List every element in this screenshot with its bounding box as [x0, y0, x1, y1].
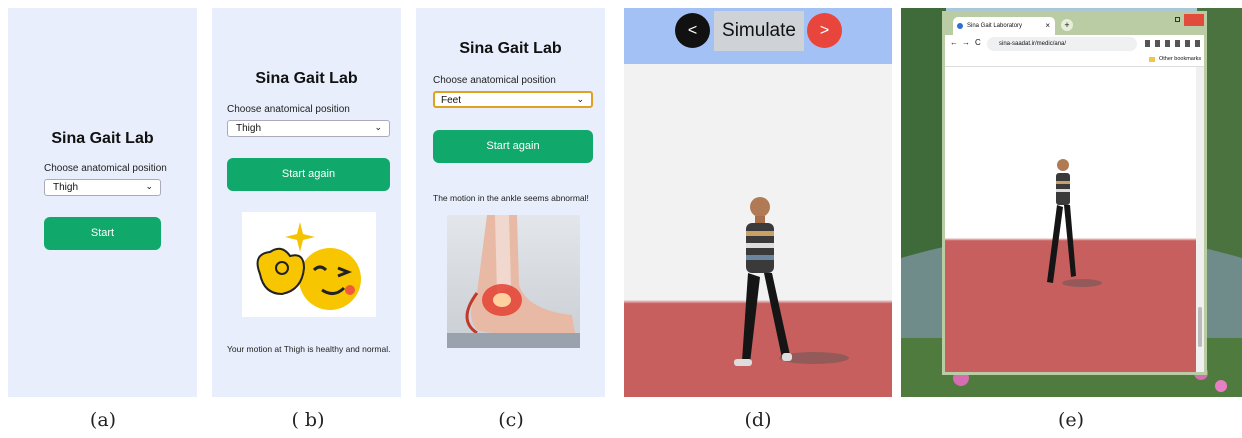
browser-window: Sina Gait Laboratory × + ← → C sina-saad… — [942, 11, 1207, 375]
app-title: Sina Gait Lab — [51, 130, 154, 147]
select-value: Thigh — [236, 123, 262, 134]
start-button[interactable]: Start — [44, 217, 161, 250]
position-select[interactable]: Feet ⌄ — [433, 91, 593, 108]
result-message: The motion in the ankle seems abnormal! — [433, 193, 589, 203]
browser-tab[interactable]: Sina Gait Laboratory × — [953, 17, 1055, 35]
app-title: Sina Gait Lab — [255, 70, 358, 87]
extension-icons[interactable] — [1145, 40, 1203, 47]
ok-emoji-image — [242, 212, 376, 317]
scrollbar[interactable] — [1196, 67, 1204, 372]
tab-bar: Sina Gait Laboratory × + — [945, 14, 1204, 35]
caption-d: (d) — [744, 409, 772, 431]
chevron-down-icon: ⌄ — [145, 181, 153, 191]
position-label: Choose anatomical position — [44, 163, 167, 174]
reload-icon[interactable]: C — [975, 38, 981, 47]
favicon-icon — [957, 23, 963, 29]
forward-icon[interactable]: → — [962, 38, 970, 47]
app-title: Sina Gait Lab — [459, 40, 562, 57]
new-tab-button[interactable]: + — [1061, 19, 1073, 31]
chevron-down-icon: ⌄ — [374, 122, 382, 132]
back-icon[interactable]: ← — [950, 38, 958, 47]
next-button[interactable]: > — [807, 13, 842, 48]
window-maximize-icon[interactable] — [1175, 17, 1180, 22]
position-label: Choose anatomical position — [227, 104, 350, 115]
panel-e: Sina Gait Laboratory × + ← → C sina-saad… — [901, 8, 1242, 397]
prev-button[interactable]: < — [675, 13, 710, 48]
select-value: Feet — [441, 95, 462, 106]
chevron-down-icon: ⌄ — [576, 94, 584, 104]
caption-b: ( b) — [291, 409, 325, 431]
ankle-image — [447, 215, 580, 348]
folder-icon — [1149, 57, 1155, 62]
page-viewport — [945, 67, 1202, 372]
position-label: Choose anatomical position — [433, 75, 556, 86]
close-icon[interactable]: × — [1045, 17, 1050, 35]
url-text: sina-saadat.ir/medic/ana/ — [999, 41, 1067, 47]
panel-a: Sina Gait Lab Choose anatomical position… — [8, 8, 197, 397]
panel-b: Sina Gait Lab Choose anatomical position… — [212, 8, 401, 397]
walking-figure — [724, 193, 854, 383]
scrollbar-thumb[interactable] — [1198, 307, 1202, 347]
start-again-button[interactable]: Start again — [433, 130, 593, 163]
address-bar-row: ← → C sina-saadat.ir/medic/ana/ — [945, 35, 1204, 53]
simulate-label: Simulate — [714, 11, 804, 51]
panel-c: Sina Gait Lab Choose anatomical position… — [416, 8, 605, 397]
select-value: Thigh — [53, 182, 79, 193]
caption-a: (a) — [89, 409, 117, 431]
position-select[interactable]: Thigh ⌄ — [44, 179, 161, 196]
walking-figure — [1037, 157, 1107, 297]
position-select[interactable]: Thigh ⌄ — [227, 120, 390, 137]
caption-c: (c) — [498, 409, 524, 431]
panel-d: < Simulate > — [624, 8, 892, 397]
result-message: Your motion at Thigh is healthy and norm… — [227, 344, 391, 354]
tab-title: Sina Gait Laboratory — [967, 23, 1023, 29]
start-again-button[interactable]: Start again — [227, 158, 390, 191]
other-bookmarks[interactable]: Other bookmarks — [1159, 56, 1201, 62]
url-input[interactable]: sina-saadat.ir/medic/ana/ — [987, 37, 1137, 51]
caption-e: (e) — [1057, 409, 1085, 431]
bookmarks-bar: Other bookmarks — [945, 53, 1204, 67]
window-close-icon[interactable] — [1184, 14, 1204, 26]
